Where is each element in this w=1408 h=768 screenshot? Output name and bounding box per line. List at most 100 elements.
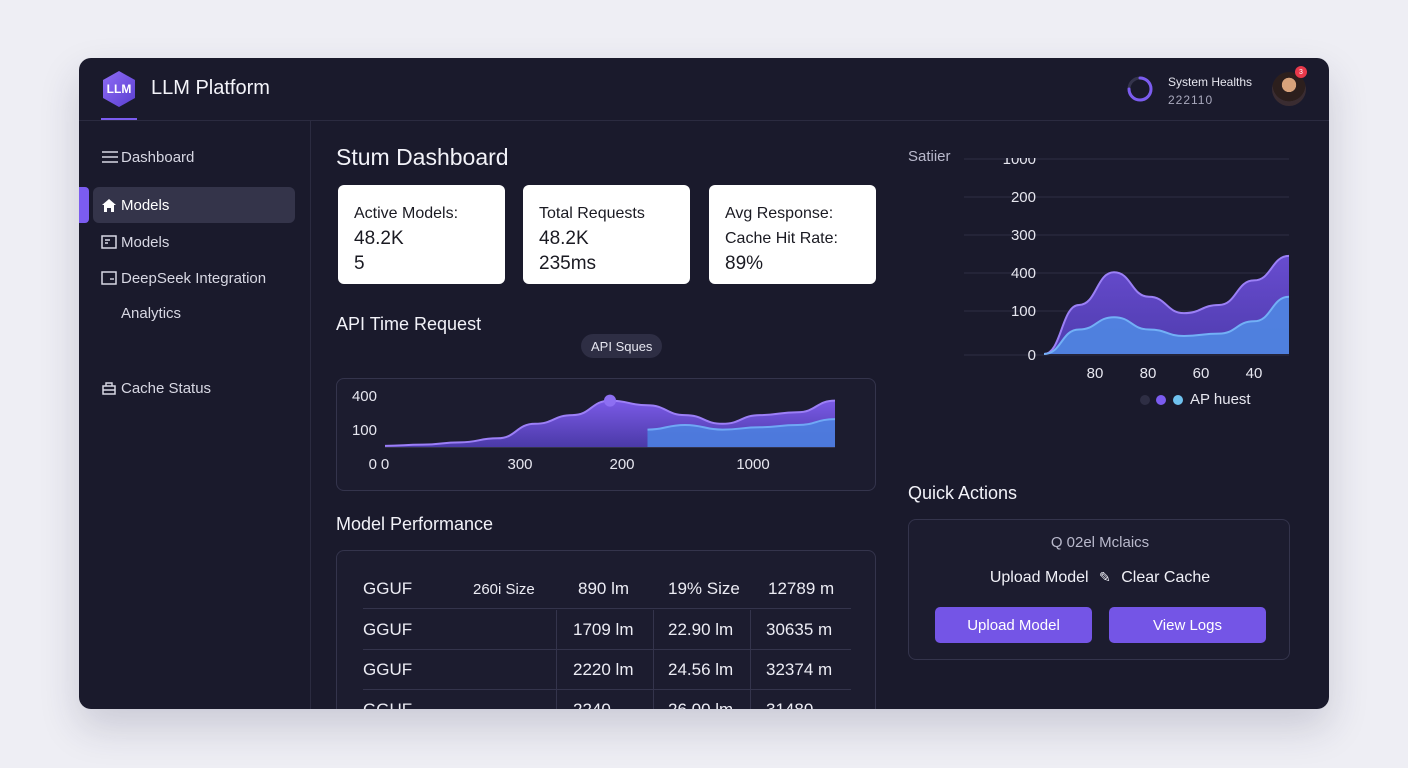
pencil-icon: ✎ xyxy=(1099,569,1111,585)
right-area-chart: 1000200300400100080806040110AP huest xyxy=(964,158,1289,408)
system-health-label: System Healths xyxy=(1168,75,1253,89)
x-tick-label: 300 xyxy=(507,456,532,473)
y-tick-label: 0 xyxy=(1028,347,1036,364)
table-cell: GGUF xyxy=(363,660,413,679)
sidebar-item-label: Analytics xyxy=(121,304,182,322)
upload-model-link[interactable]: Upload Model xyxy=(990,569,1089,586)
system-health-value: 222110 xyxy=(1168,93,1214,107)
table-cell: 2220 lm xyxy=(573,660,634,679)
sidebar-item-label: DeepSeek Integration xyxy=(121,269,267,287)
sidebar-item-deepseek[interactable]: DeepSeek Integration xyxy=(93,260,295,296)
api-chart-tooltip: API Sques xyxy=(581,334,663,358)
legend-label: AP huest xyxy=(1190,391,1251,408)
home-icon xyxy=(93,198,121,213)
table-header-row: GGUF 260i Size 890 lm 19% Size 12789 m xyxy=(363,569,851,609)
legend-dot-purple xyxy=(1156,395,1166,405)
x-tick-label: 200 xyxy=(609,456,634,473)
table-row[interactable]: GGUF 2220 lm 24.56 lm 32374 m xyxy=(363,650,851,690)
table-cell: 1709 lm xyxy=(573,620,634,639)
stat-label: Active Models: xyxy=(354,205,459,222)
app-logo[interactable]: LLM xyxy=(101,70,137,108)
table-row[interactable]: GGUF 2240 26.00 lm 31480 xyxy=(363,690,851,709)
page-title: Stum Dashboard xyxy=(336,144,509,170)
system-health-ring-icon xyxy=(1127,76,1153,102)
upload-model-button[interactable]: Upload Model xyxy=(935,607,1092,643)
sidebar-item-label: Dashboard xyxy=(121,148,195,166)
table-cell: 32374 m xyxy=(766,660,833,679)
logo-text: LLM xyxy=(106,82,132,96)
x-tick-label: 60 xyxy=(1193,365,1210,382)
table-cell: GGUF xyxy=(363,579,413,598)
stat-card-active-models: Active Models: 48.2K 5 xyxy=(338,185,505,284)
y-tick-label: 100 xyxy=(1011,303,1036,320)
table-row[interactable]: GGUF 1709 lm 22.90 lm 30635 m xyxy=(363,610,851,650)
sidebar: Dashboard Models Models DeepSeek Integra… xyxy=(79,121,311,709)
table-cell: 12789 m xyxy=(768,579,835,598)
sidebar-item-dashboard[interactable]: Dashboard xyxy=(93,139,295,175)
api-time-request-chart: 4001000 0 300 200 1000 xyxy=(352,388,836,473)
stat-value: 48.2K xyxy=(354,228,404,249)
stat-value: 5 xyxy=(354,253,365,274)
menu-icon xyxy=(93,150,121,164)
sidebar-item-label: Models xyxy=(121,196,170,214)
table-cell: GGUF xyxy=(363,620,413,639)
legend-dot xyxy=(1140,395,1150,405)
view-logs-button[interactable]: View Logs xyxy=(1109,607,1266,643)
database-icon xyxy=(93,380,121,396)
table-cell: 19% Size xyxy=(668,579,740,598)
quick-actions-links: Upload Model ✎ Clear Cache xyxy=(909,569,1291,587)
integration-icon xyxy=(93,271,121,285)
clear-cache-link[interactable]: Clear Cache xyxy=(1121,569,1210,586)
sidebar-item-models-active[interactable]: Models xyxy=(93,187,295,223)
quick-actions-subtitle: Q 02el Mclaics xyxy=(1050,534,1150,551)
notification-badge: 3 xyxy=(1295,66,1307,78)
stat-value: 48.2K xyxy=(539,228,589,249)
y-tick-label: 400 xyxy=(352,388,377,405)
quick-actions-title: Quick Actions xyxy=(908,483,1018,503)
table-cell: 22.90 lm xyxy=(668,620,734,639)
api-chart-title: API Time Request xyxy=(336,314,482,334)
y-tick-label: 300 xyxy=(1011,227,1036,244)
sidebar-item-models-secondary[interactable]: Models xyxy=(93,224,295,260)
y-tick-label: 200 xyxy=(1011,189,1036,206)
legend-dot-blue xyxy=(1173,395,1183,405)
app-title: LLM Platform xyxy=(151,77,270,99)
table-cell: 24.56 lm xyxy=(668,660,734,679)
logo-underline xyxy=(101,118,137,120)
sidebar-item-analytics[interactable]: Analytics xyxy=(93,295,295,331)
api-chart-panel: 400 100 0 0 300 200 1000 xyxy=(336,378,876,491)
table-cell: GGUF xyxy=(363,700,412,709)
stat-card-total-requests: Total Requests 48.2K 235ms xyxy=(523,185,690,284)
sidebar-item-label: Models xyxy=(121,233,170,251)
table-cell: 31480 xyxy=(766,700,813,709)
table-cell: 26.00 lm xyxy=(668,700,733,709)
table-cell: 890 lm xyxy=(578,579,630,598)
quick-actions-panel: Q 02el Mclaics Upload Model ✎ Clear Cach… xyxy=(908,519,1290,660)
y-tick-label: 100 xyxy=(352,422,377,439)
top-header: LLM LLM Platform System Healths 222110 3 xyxy=(79,58,1329,121)
y-tick-label: 0 xyxy=(369,456,377,473)
x-tick-label: 80 xyxy=(1140,365,1157,382)
sidebar-item-cache-status[interactable]: Cache Status xyxy=(93,370,295,406)
sidebar-item-label: Cache Status xyxy=(121,379,212,397)
x-tick-label: 40 xyxy=(1246,365,1263,382)
model-icon xyxy=(93,235,121,249)
y-tick-label: 1000 xyxy=(1003,158,1036,168)
performance-title: Model Performance xyxy=(336,514,494,534)
stat-label: Total Requests xyxy=(539,205,645,222)
stat-label: Cache Hit Rate: xyxy=(725,230,838,247)
active-indicator xyxy=(79,187,89,223)
stat-value: 89% xyxy=(725,253,764,274)
table-cell: 2240 xyxy=(573,700,611,709)
stat-card-avg-response: Avg Response: Cache Hit Rate: 89% xyxy=(709,185,876,284)
peak-marker xyxy=(604,394,616,407)
x-tick-label: 1000 xyxy=(736,456,769,473)
table-cell: 260i Size xyxy=(473,581,535,598)
model-performance-table: GGUF 260i Size 890 lm 19% Size 12789 m G… xyxy=(336,550,876,709)
stat-label: Avg Response: xyxy=(725,205,834,222)
x-tick-label: 80 xyxy=(1087,365,1104,382)
app-window: LLM LLM Platform System Healths 222110 3… xyxy=(79,58,1329,709)
stat-value: 235ms xyxy=(539,253,597,274)
x-tick-label: 0 xyxy=(381,456,389,473)
table-cell: 30635 m xyxy=(766,620,833,639)
